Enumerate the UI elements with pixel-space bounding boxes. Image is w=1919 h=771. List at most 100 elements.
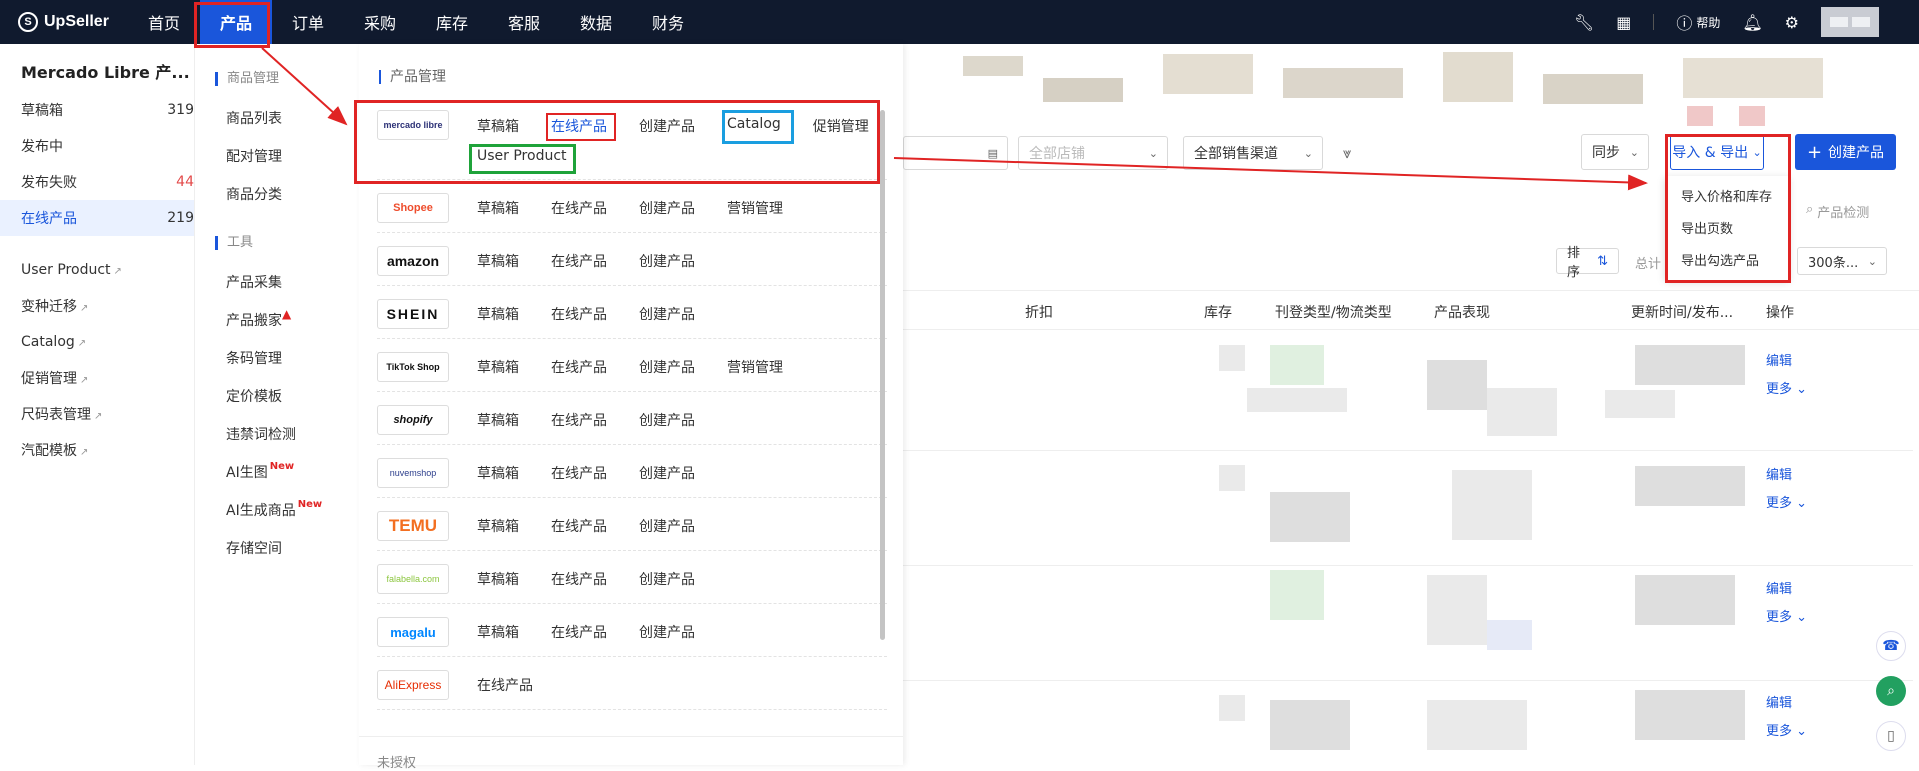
nav-finance[interactable]: 财务	[632, 0, 704, 44]
sidebar-link-catalog[interactable]: Catalog	[0, 324, 194, 360]
page-size-select[interactable]: 300条... ⌄	[1797, 247, 1887, 275]
menu-item-banned-words[interactable]: 违禁词检测	[226, 424, 296, 444]
link-create-product[interactable]: 创建产品	[639, 516, 695, 536]
upseller-logo[interactable]: S UpSeller	[18, 12, 109, 32]
link-create-product[interactable]: 创建产品	[639, 622, 695, 642]
nav-purchase[interactable]: 采购	[344, 0, 416, 44]
link-marketing[interactable]: 营销管理	[727, 198, 783, 218]
sidebar-link-user-product[interactable]: User Product	[0, 252, 194, 288]
sync-button[interactable]: 同步 ⌄	[1581, 134, 1649, 170]
sidebar-item-publish-failed[interactable]: 发布失败 44	[0, 164, 194, 200]
menu-item-product-collection[interactable]: 产品采集	[226, 272, 282, 292]
link-drafts[interactable]: 草稿箱	[477, 251, 519, 271]
edit-link[interactable]: 编辑	[1766, 692, 1792, 711]
sidebar-link-variant-migration[interactable]: 变种迁移	[0, 288, 194, 324]
link-drafts[interactable]: 草稿箱	[477, 516, 519, 536]
link-online-products[interactable]: 在线产品	[551, 463, 607, 483]
link-marketing[interactable]: 营销管理	[727, 357, 783, 377]
sidebar-link-label: 促销管理	[21, 368, 88, 388]
product-check-button[interactable]: ⌕ 产品检测	[1806, 202, 1869, 221]
sort-button[interactable]: 排序 ⇅	[1556, 246, 1619, 280]
link-create-product[interactable]: 创建产品	[639, 410, 695, 430]
bell-icon[interactable]: 🔔︎	[1742, 13, 1762, 32]
more-link[interactable]: 更多 ⌄	[1766, 492, 1807, 511]
link-create-product[interactable]: 创建产品	[639, 357, 695, 377]
menu-item-storage[interactable]: 存储空间	[226, 538, 282, 558]
nav-customer-service[interactable]: 客服	[488, 0, 560, 44]
link-online-products[interactable]: 在线产品	[477, 675, 533, 695]
sidebar-link-size-chart[interactable]: 尺码表管理	[0, 396, 194, 432]
link-online-products[interactable]: 在线产品	[551, 622, 607, 642]
create-product-button[interactable]: + 创建产品	[1795, 134, 1896, 170]
link-drafts[interactable]: 草稿箱	[477, 304, 519, 324]
mobile-icon[interactable]: ▯	[1876, 721, 1906, 751]
menu-item-pricing-template[interactable]: 定价模板	[226, 386, 282, 406]
menu-item-barcode[interactable]: 条码管理	[226, 348, 282, 368]
question-circle-icon: ⓘ	[1676, 14, 1693, 33]
edit-link[interactable]: 编辑	[1766, 350, 1792, 369]
nav-inventory[interactable]: 库存	[416, 0, 488, 44]
link-online-products[interactable]: 在线产品	[551, 357, 607, 377]
search-float-icon[interactable]: ⌕	[1876, 676, 1906, 706]
user-avatar[interactable]	[1821, 7, 1879, 37]
nav-home[interactable]: 首页	[128, 0, 200, 44]
menu-item-pairing[interactable]: 配对管理	[226, 146, 282, 166]
nav-data[interactable]: 数据	[560, 0, 632, 44]
sidebar-item-drafts[interactable]: 草稿箱 319	[0, 92, 194, 128]
link-create-product[interactable]: 创建产品	[639, 569, 695, 589]
sidebar-item-publishing[interactable]: 发布中	[0, 128, 194, 164]
new-badge: New	[297, 499, 323, 510]
link-online-products[interactable]: 在线产品	[551, 304, 607, 324]
link-create-product[interactable]: 创建产品	[639, 304, 695, 324]
menu-item-ai-product[interactable]: AI生成商品 New	[226, 499, 323, 520]
channel-select[interactable]: 全部销售渠道 ⌄	[1183, 136, 1323, 170]
sidebar-item-count: 44	[176, 174, 194, 190]
wrench-icon[interactable]: 🔧︎	[1574, 13, 1594, 32]
platform-row-shopify: shopify 草稿箱 在线产品 创建产品	[377, 392, 887, 445]
more-link[interactable]: 更多 ⌄	[1766, 606, 1807, 625]
top-navigation-bar: S UpSeller 首页 产品 订单 采购 库存 客服 数据 财务 🔧︎ ▦ …	[0, 0, 1919, 44]
edit-link[interactable]: 编辑	[1766, 464, 1792, 483]
sidebar-link-promotions[interactable]: 促销管理	[0, 360, 194, 396]
link-online-products[interactable]: 在线产品	[551, 251, 607, 271]
chevron-down-icon: ⌄	[1867, 254, 1877, 268]
link-drafts[interactable]: 草稿箱	[477, 622, 519, 642]
headset-icon[interactable]: ☎	[1876, 631, 1906, 661]
shein-logo: SHEIN	[377, 299, 449, 329]
platform-row-tiktok: TikTok Shop 草稿箱 在线产品 创建产品 营销管理	[377, 339, 887, 392]
link-drafts[interactable]: 草稿箱	[477, 198, 519, 218]
link-online-products[interactable]: 在线产品	[551, 516, 607, 536]
help-button[interactable]: ⓘ 帮助	[1676, 10, 1720, 34]
link-drafts[interactable]: 草稿箱	[477, 410, 519, 430]
link-online-products[interactable]: 在线产品	[551, 410, 607, 430]
link-online-products[interactable]: 在线产品	[551, 198, 607, 218]
link-create-product[interactable]: 创建产品	[639, 251, 695, 271]
link-create-product[interactable]: 创建产品	[639, 463, 695, 483]
menu-scrollbar[interactable]	[880, 110, 885, 640]
menu-item-categories[interactable]: 商品分类	[226, 184, 282, 204]
edit-link[interactable]: 编辑	[1766, 578, 1792, 597]
date-range-field[interactable]: ▤	[903, 136, 1008, 170]
menu-item-product-migration[interactable]: 产品搬家▲	[226, 307, 291, 330]
menu-item-ai-image[interactable]: AI生图 New	[226, 461, 294, 482]
apps-grid-icon[interactable]: ▦	[1616, 13, 1631, 32]
sidebar-link-auto-parts-template[interactable]: 汽配模板	[0, 432, 194, 468]
filter-icon[interactable]: ⩔	[1343, 144, 1351, 162]
sidebar-item-online-products[interactable]: 在线产品 219	[0, 200, 194, 236]
more-label: 更多	[1766, 724, 1793, 739]
logo-icon: S	[18, 12, 38, 32]
more-label: 更多	[1766, 382, 1793, 397]
shop-select[interactable]: 全部店铺 ⌄	[1018, 136, 1168, 170]
link-drafts[interactable]: 草稿箱	[477, 463, 519, 483]
nav-orders[interactable]: 订单	[272, 0, 344, 44]
gear-icon[interactable]: ⚙	[1785, 13, 1799, 32]
link-drafts[interactable]: 草稿箱	[477, 569, 519, 589]
menu-item-product-list[interactable]: 商品列表	[226, 108, 282, 128]
link-create-product[interactable]: 创建产品	[639, 198, 695, 218]
brand-name: UpSeller	[44, 13, 109, 30]
more-link[interactable]: 更多 ⌄	[1766, 720, 1807, 739]
more-link[interactable]: 更多 ⌄	[1766, 378, 1807, 397]
link-drafts[interactable]: 草稿箱	[477, 357, 519, 377]
divider	[359, 736, 903, 737]
link-online-products[interactable]: 在线产品	[551, 569, 607, 589]
